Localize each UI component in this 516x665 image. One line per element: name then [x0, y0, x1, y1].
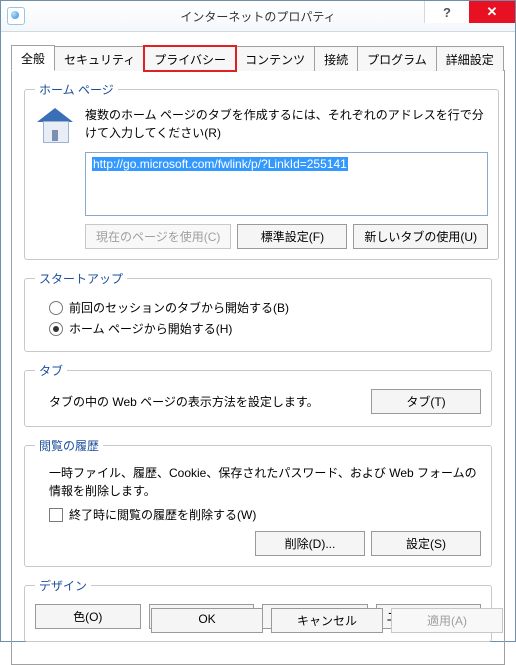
titlebar: インターネットのプロパティ ? ✕: [1, 1, 515, 32]
group-appearance-legend: デザイン: [35, 577, 91, 594]
tab-advanced[interactable]: 詳細設定: [436, 46, 504, 71]
tab-content[interactable]: コンテンツ: [235, 46, 315, 71]
homepage-description: 複数のホーム ページのタブを作成するには、それぞれのアドレスを行で分けて入力して…: [85, 106, 488, 142]
window-title: インターネットのプロパティ: [180, 8, 335, 25]
history-settings-button[interactable]: 設定(S): [371, 531, 481, 556]
app-icon: [7, 7, 25, 25]
history-description: 一時ファイル、履歴、Cookie、保存されたパスワード、および Web フォーム…: [49, 464, 481, 500]
tab-general[interactable]: 全般: [11, 45, 55, 71]
apply-button: 適用(A): [391, 608, 503, 633]
checkbox-icon: [49, 508, 63, 522]
group-homepage: ホーム ページ 複数のホーム ページのタブを作成するには、それぞれのアドレスを行…: [24, 81, 499, 260]
use-default-button[interactable]: 標準設定(F): [237, 224, 347, 249]
delete-on-exit-label: 終了時に閲覧の履歴を削除する(W): [69, 506, 256, 523]
tab-connections[interactable]: 接続: [314, 46, 358, 71]
home-icon: [35, 106, 75, 146]
tab-security[interactable]: セキュリティ: [54, 46, 145, 71]
dialog-buttons: OK キャンセル 適用(A): [13, 604, 503, 633]
cancel-button[interactable]: キャンセル: [271, 608, 383, 633]
startup-radio-homepage[interactable]: ホーム ページから開始する(H): [49, 320, 481, 337]
homepage-url-input[interactable]: http://go.microsoft.com/fwlink/p/?LinkId…: [85, 152, 488, 216]
tab-programs[interactable]: プログラム: [357, 46, 437, 71]
close-button[interactable]: ✕: [469, 1, 515, 23]
client-area: 全般 セキュリティ プライバシー コンテンツ 接続 プログラム 詳細設定 ホーム…: [1, 32, 515, 665]
group-browsing-history: 閲覧の履歴 一時ファイル、履歴、Cookie、保存されたパスワード、および We…: [24, 437, 492, 567]
help-button[interactable]: ?: [424, 1, 469, 23]
tabstrip: 全般 セキュリティ プライバシー コンテンツ 接続 プログラム 詳細設定: [11, 44, 505, 71]
ok-button[interactable]: OK: [151, 608, 263, 633]
tab-privacy[interactable]: プライバシー: [144, 46, 236, 71]
homepage-url-value: http://go.microsoft.com/fwlink/p/?LinkId…: [92, 157, 348, 171]
startup-radio-last-session[interactable]: 前回のセッションのタブから開始する(B): [49, 299, 481, 316]
group-homepage-legend: ホーム ページ: [35, 81, 118, 98]
group-browsing-history-legend: 閲覧の履歴: [35, 437, 103, 454]
use-current-page-button: 現在のページを使用(C): [85, 224, 231, 249]
group-startup: スタートアップ 前回のセッションのタブから開始する(B) ホーム ページから開始…: [24, 270, 492, 352]
titlebar-buttons: ? ✕: [424, 1, 515, 23]
group-startup-legend: スタートアップ: [35, 270, 127, 287]
tab-body-general: ホーム ページ 複数のホーム ページのタブを作成するには、それぞれのアドレスを行…: [11, 71, 505, 665]
delete-on-exit-checkbox[interactable]: 終了時に閲覧の履歴を削除する(W): [49, 506, 481, 523]
use-new-tab-button[interactable]: 新しいタブの使用(U): [353, 224, 488, 249]
group-tabs: タブ タブの中の Web ページの表示方法を設定します。 タブ(T): [24, 362, 492, 427]
startup-radio-homepage-label: ホーム ページから開始する(H): [69, 320, 232, 337]
group-tabs-legend: タブ: [35, 362, 67, 379]
history-delete-button[interactable]: 削除(D)...: [255, 531, 365, 556]
radio-icon: [49, 322, 63, 336]
tabs-description: タブの中の Web ページの表示方法を設定します。: [49, 393, 319, 410]
radio-icon: [49, 301, 63, 315]
tabs-settings-button[interactable]: タブ(T): [371, 389, 481, 414]
startup-radio-last-session-label: 前回のセッションのタブから開始する(B): [69, 299, 289, 316]
dialog-window: インターネットのプロパティ ? ✕ 全般 セキュリティ プライバシー コンテンツ…: [0, 0, 516, 642]
